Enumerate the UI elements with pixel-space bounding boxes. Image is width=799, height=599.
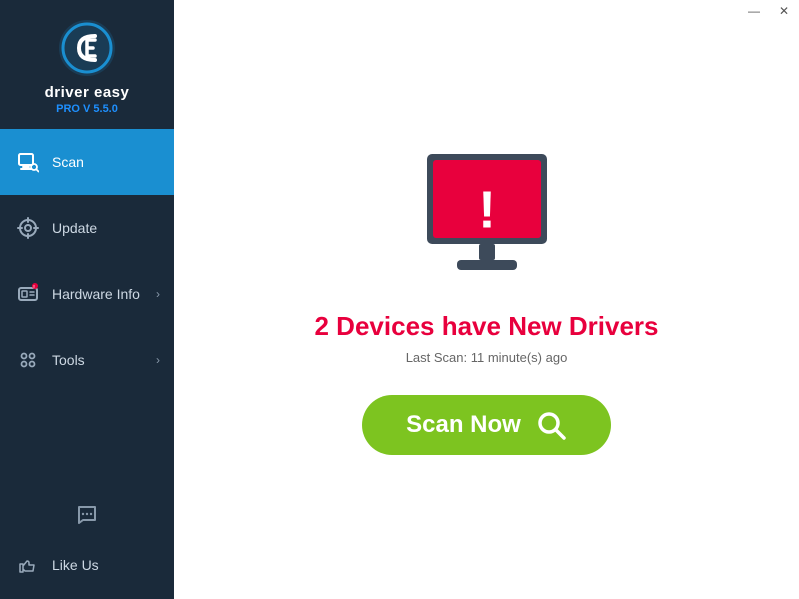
scan-icon bbox=[14, 148, 42, 176]
chat-icon[interactable] bbox=[71, 499, 103, 537]
tools-icon bbox=[14, 346, 42, 374]
monitor-icon: ! bbox=[407, 144, 567, 284]
scan-label: Scan bbox=[52, 154, 160, 170]
last-scan-text: Last Scan: 11 minute(s) ago bbox=[406, 350, 568, 365]
sidebar-item-hardware-info[interactable]: ! Hardware Info › bbox=[0, 261, 174, 327]
sidebar-item-scan[interactable]: Scan bbox=[0, 129, 174, 195]
sidebar: driver easy PRO V 5.5.0 Scan bbox=[0, 0, 174, 599]
scan-now-button[interactable]: Scan Now bbox=[362, 395, 611, 455]
sidebar-item-update[interactable]: Update bbox=[0, 195, 174, 261]
minimize-button[interactable]: — bbox=[739, 0, 769, 22]
tools-arrow: › bbox=[156, 353, 160, 367]
update-icon bbox=[14, 214, 42, 242]
like-us-label: Like Us bbox=[52, 557, 160, 573]
svg-text:!: ! bbox=[478, 182, 495, 240]
titlebar: — ✕ bbox=[739, 0, 799, 22]
sidebar-item-tools[interactable]: Tools › bbox=[0, 327, 174, 393]
scan-now-search-icon bbox=[535, 409, 567, 441]
sidebar-bottom: Like Us bbox=[0, 487, 174, 599]
main-content: ! 2 Devices have New Drivers Last Scan: … bbox=[174, 0, 799, 599]
tools-label: Tools bbox=[52, 352, 156, 368]
hardware-info-label: Hardware Info bbox=[52, 286, 156, 302]
app-version: PRO V 5.5.0 bbox=[56, 103, 118, 115]
monitor-illustration: ! bbox=[407, 144, 567, 289]
hardware-info-arrow: › bbox=[156, 287, 160, 301]
close-button[interactable]: ✕ bbox=[769, 0, 799, 22]
like-us-icon bbox=[14, 551, 42, 579]
app-name: driver easy bbox=[45, 84, 130, 101]
update-label: Update bbox=[52, 220, 160, 236]
hardware-info-icon: ! bbox=[14, 280, 42, 308]
scan-now-label: Scan Now bbox=[406, 411, 521, 439]
app-logo-icon bbox=[57, 18, 117, 78]
sidebar-nav: Scan Update bbox=[0, 129, 174, 487]
logo-area: driver easy PRO V 5.5.0 bbox=[0, 0, 174, 129]
alert-title: 2 Devices have New Drivers bbox=[315, 311, 659, 342]
like-us-item[interactable]: Like Us bbox=[0, 543, 174, 587]
